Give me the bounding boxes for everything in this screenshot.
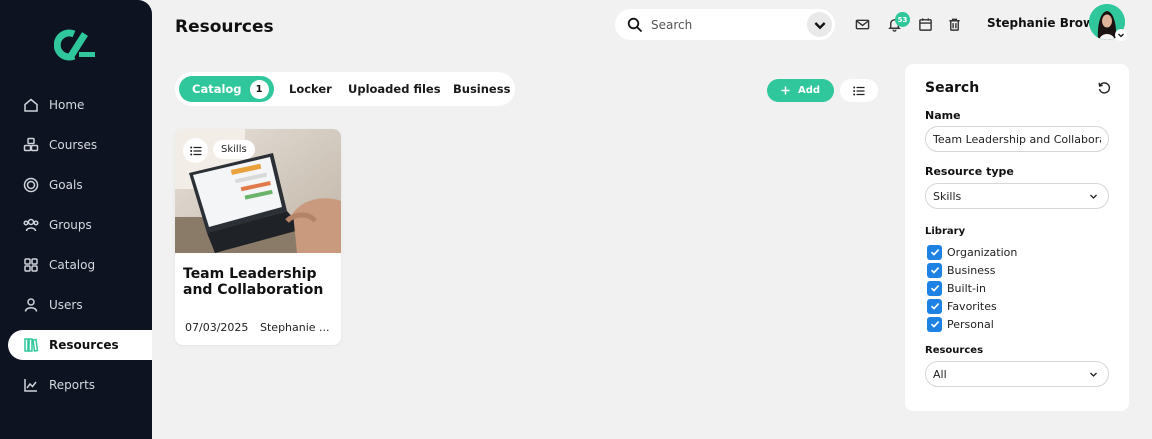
- checkbox-label: Personal: [947, 317, 994, 331]
- checkbox[interactable]: [927, 262, 942, 278]
- checkmark-icon: [930, 285, 939, 292]
- add-button[interactable]: Add: [767, 79, 834, 102]
- resources-select[interactable]: All: [925, 361, 1109, 387]
- sidebar-item-users[interactable]: Users: [8, 290, 152, 320]
- panel-title: Search: [925, 80, 980, 96]
- sidebar-item-label: Goals: [49, 178, 83, 192]
- resource-tabs: Catalog 1 Locker Uploaded files Business: [175, 72, 515, 106]
- users-icon: [22, 296, 40, 314]
- tab-business[interactable]: Business: [453, 76, 510, 102]
- chevron-down-icon: [1090, 194, 1097, 199]
- add-button-label: Add: [797, 85, 821, 96]
- goals-icon: [22, 176, 40, 194]
- sidebar-item-label: Users: [49, 298, 83, 312]
- groups-icon: [22, 216, 40, 234]
- tab-locker[interactable]: Locker: [289, 76, 332, 102]
- resource-card[interactable]: Skills Team Leadership and Collaboration…: [175, 129, 341, 345]
- calendar-icon[interactable]: [916, 15, 934, 33]
- name-label: Name: [925, 109, 961, 122]
- list-icon: [853, 86, 865, 95]
- sidebar-item-courses[interactable]: Courses: [8, 130, 152, 160]
- resource-type-label: Resource type: [925, 165, 1014, 178]
- user-menu-chevron-icon[interactable]: [1115, 29, 1127, 41]
- library-option-built-in[interactable]: Built-in: [927, 280, 986, 296]
- chevron-down-icon: [1090, 372, 1097, 377]
- card-date: 07/03/2025: [185, 321, 249, 334]
- mail-icon[interactable]: [853, 15, 871, 33]
- courses-icon: [22, 136, 40, 154]
- checkbox-label: Organization: [947, 245, 1018, 259]
- search-icon: [627, 17, 643, 32]
- app-logo[interactable]: [54, 28, 98, 62]
- sidebar-item-label: Resources: [49, 338, 119, 352]
- resources-label: Resources: [925, 345, 984, 356]
- card-details-button[interactable]: [183, 138, 208, 163]
- checkmark-icon: [930, 321, 939, 328]
- checkbox[interactable]: [927, 280, 942, 296]
- list-icon: [189, 146, 201, 155]
- library-option-personal[interactable]: Personal: [927, 316, 994, 332]
- reset-icon[interactable]: [1097, 81, 1111, 95]
- sidebar-item-label: Catalog: [49, 258, 96, 272]
- sidebar: Home Courses Goals Groups Catalog Users …: [0, 0, 152, 439]
- search-scope-dropdown[interactable]: [807, 12, 832, 37]
- plus-icon: [781, 86, 790, 95]
- sidebar-item-reports[interactable]: Reports: [8, 370, 152, 400]
- resources-value: All: [933, 367, 947, 381]
- sidebar-item-label: Courses: [49, 138, 98, 152]
- checkmark-icon: [930, 267, 939, 274]
- resource-type-select[interactable]: Skills: [925, 183, 1109, 209]
- sidebar-item-label: Home: [49, 98, 85, 112]
- notification-badge: 53: [895, 12, 910, 27]
- page-title: Resources: [175, 17, 274, 37]
- global-search[interactable]: [615, 9, 835, 40]
- resource-type-value: Skills: [933, 189, 962, 203]
- sidebar-item-catalog[interactable]: Catalog: [8, 250, 152, 280]
- catalog-icon: [22, 256, 40, 274]
- library-option-favorites[interactable]: Favorites: [927, 298, 997, 314]
- card-author: Stephanie ...: [260, 321, 330, 334]
- checkbox[interactable]: [927, 244, 942, 260]
- library-option-business[interactable]: Business: [927, 262, 996, 278]
- card-title[interactable]: Team Leadership and Collaboration: [183, 266, 333, 298]
- tab-uploaded-files[interactable]: Uploaded files: [348, 76, 441, 102]
- search-input[interactable]: [651, 17, 791, 32]
- checkbox-label: Built-in: [947, 281, 986, 295]
- checkmark-icon: [930, 249, 939, 256]
- user-name[interactable]: Stephanie Brown: [987, 16, 1103, 30]
- sidebar-item-groups[interactable]: Groups: [8, 210, 152, 240]
- library-label: Library: [925, 226, 966, 237]
- checkbox-label: Business: [947, 263, 996, 277]
- checkmark-icon: [930, 303, 939, 310]
- tab-catalog[interactable]: Catalog 1: [179, 76, 274, 102]
- checkbox[interactable]: [927, 298, 942, 314]
- library-option-organization[interactable]: Organization: [927, 244, 1017, 260]
- sidebar-item-home[interactable]: Home: [8, 90, 152, 120]
- chevron-down-icon: [813, 21, 826, 29]
- checkbox[interactable]: [927, 316, 942, 332]
- sidebar-item-resources[interactable]: Resources: [8, 330, 152, 360]
- list-view-button[interactable]: [840, 79, 878, 102]
- name-input[interactable]: [925, 126, 1109, 152]
- sidebar-item-label: Groups: [49, 218, 92, 232]
- sidebar-item-goals[interactable]: Goals: [8, 170, 152, 200]
- search-filter-panel: Search Name Resource type Skills Library…: [905, 64, 1129, 411]
- checkbox-label: Favorites: [947, 299, 997, 313]
- trash-icon[interactable]: [945, 15, 963, 33]
- tab-label: Catalog: [192, 82, 242, 96]
- tab-count-badge: 1: [249, 79, 269, 99]
- sidebar-item-label: Reports: [49, 378, 96, 392]
- resources-icon: [22, 336, 40, 354]
- home-icon: [22, 96, 40, 114]
- resource-type-tag: Skills: [213, 140, 255, 159]
- reports-icon: [22, 376, 40, 394]
